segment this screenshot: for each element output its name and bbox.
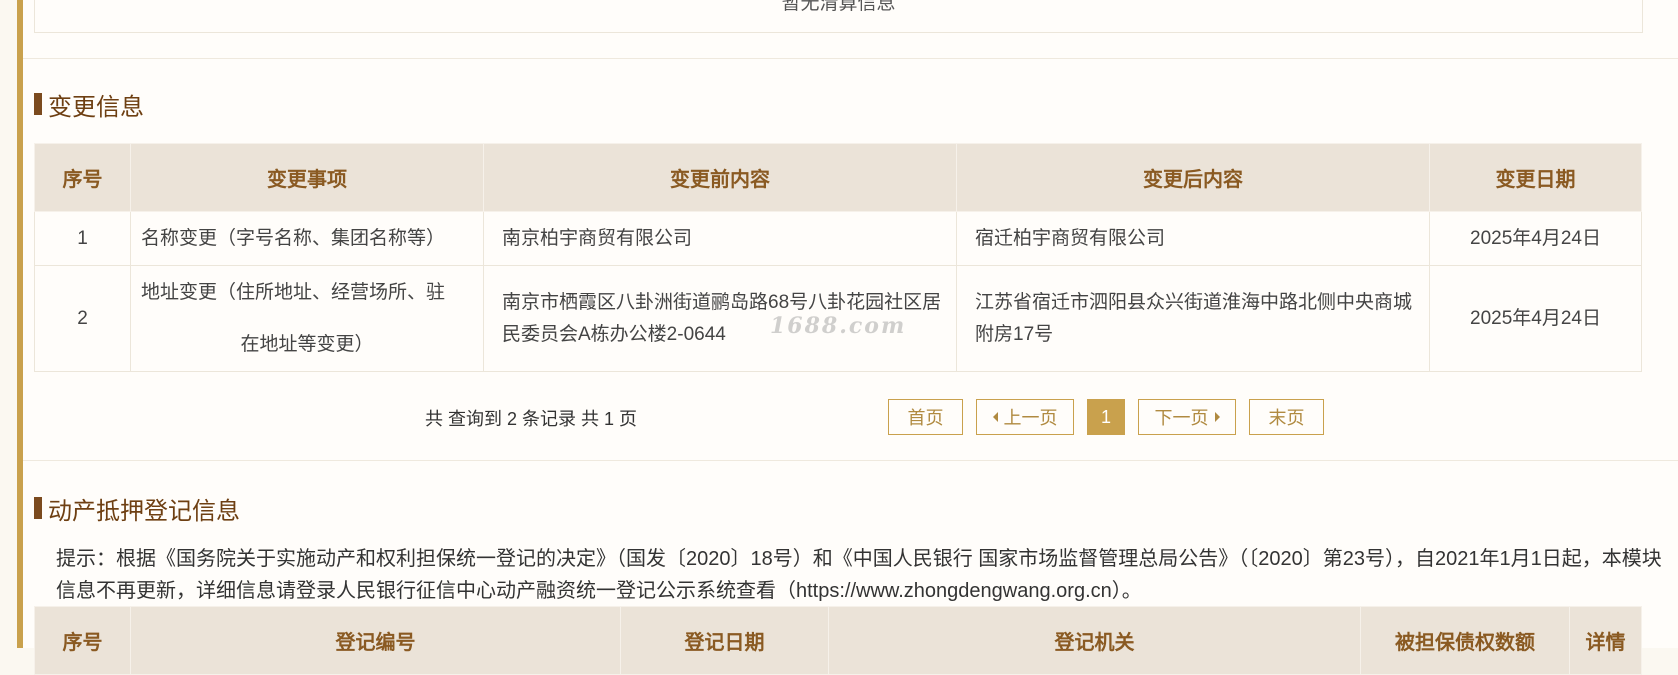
col-header-authority: 登记机关	[828, 606, 1361, 675]
col-header-detail: 详情	[1569, 606, 1642, 675]
row-no: 2	[34, 265, 131, 372]
mortgage-section-title: 动产抵押登记信息	[34, 493, 240, 525]
page-1-button[interactable]: 1	[1087, 399, 1125, 435]
row-date: 2025年4月24日	[1429, 265, 1642, 372]
mortgage-tip-text: 提示：根据《国务院关于实施动产和权利担保统一登记的决定》（国发〔2020〕18号…	[56, 548, 1662, 602]
next-page-button[interactable]: 下一页	[1138, 399, 1236, 435]
col-header-amount: 被担保债权数额	[1360, 606, 1570, 675]
col-header-no: 序号	[34, 606, 131, 675]
title-marker	[34, 93, 42, 115]
col-header-no: 序号	[34, 143, 131, 212]
title-marker	[34, 497, 42, 519]
row-after: 江苏省宿迁市泗阳县众兴街道淮海中路北侧中央商城附房17号	[956, 265, 1430, 372]
col-header-after: 变更后内容	[956, 143, 1430, 212]
row-after: 宿迁柏宇商贸有限公司	[956, 211, 1430, 266]
row-item: 名称变更（字号名称、集团名称等）	[130, 211, 484, 266]
col-header-before: 变更前内容	[483, 143, 957, 212]
prev-page-button[interactable]: 上一页	[976, 399, 1074, 435]
watermark-logo: 1688.com	[770, 313, 907, 339]
col-header-item: 变更事项	[130, 143, 484, 212]
row-before: 南京柏宇商贸有限公司	[483, 211, 957, 266]
changes-section-title: 变更信息	[34, 89, 144, 121]
col-header-reg-no: 登记编号	[130, 606, 621, 675]
row-no: 1	[34, 211, 131, 266]
col-header-date: 变更日期	[1429, 143, 1642, 212]
section-divider	[23, 460, 1678, 461]
mortgage-header-row: 序号 登记编号 登记日期 登记机关 被担保债权数额 详情	[34, 606, 1642, 675]
prev-page-label: 上一页	[1003, 408, 1058, 428]
col-header-reg-date: 登记日期	[620, 606, 829, 675]
table-row: 1 名称变更（字号名称、集团名称等） 南京柏宇商贸有限公司 宿迁柏宇商贸有限公司…	[34, 211, 1642, 266]
row-date: 2025年4月24日	[1429, 211, 1642, 266]
pager-summary: 共 查询到 2 条记录 共 1 页	[425, 409, 638, 429]
chevron-right-icon	[1214, 412, 1220, 422]
row-item-line2: 在地址等变更）	[240, 333, 374, 355]
mortgage-title-text: 动产抵押登记信息	[48, 497, 240, 525]
changes-header-row: 序号 变更事项 变更前内容 变更后内容 变更日期	[34, 143, 1642, 212]
changes-title-text: 变更信息	[48, 93, 144, 121]
chevron-left-icon	[992, 412, 998, 422]
mortgage-table: 序号 登记编号 登记日期 登记机关 被担保债权数额 详情	[34, 606, 1642, 675]
clearing-empty-box: 暂无清算信息	[34, 0, 1643, 33]
row-item-line1: 地址变更（住所地址、经营场所、驻	[141, 281, 446, 303]
row-item: 地址变更（住所地址、经营场所、驻 在地址等变更）	[130, 265, 484, 372]
next-page-label: 下一页	[1154, 408, 1209, 428]
last-page-button[interactable]: 末页	[1249, 399, 1324, 435]
first-page-button[interactable]: 首页	[888, 399, 963, 435]
clearing-empty-text: 暂无清算信息	[781, 0, 896, 14]
section-divider	[23, 58, 1678, 59]
